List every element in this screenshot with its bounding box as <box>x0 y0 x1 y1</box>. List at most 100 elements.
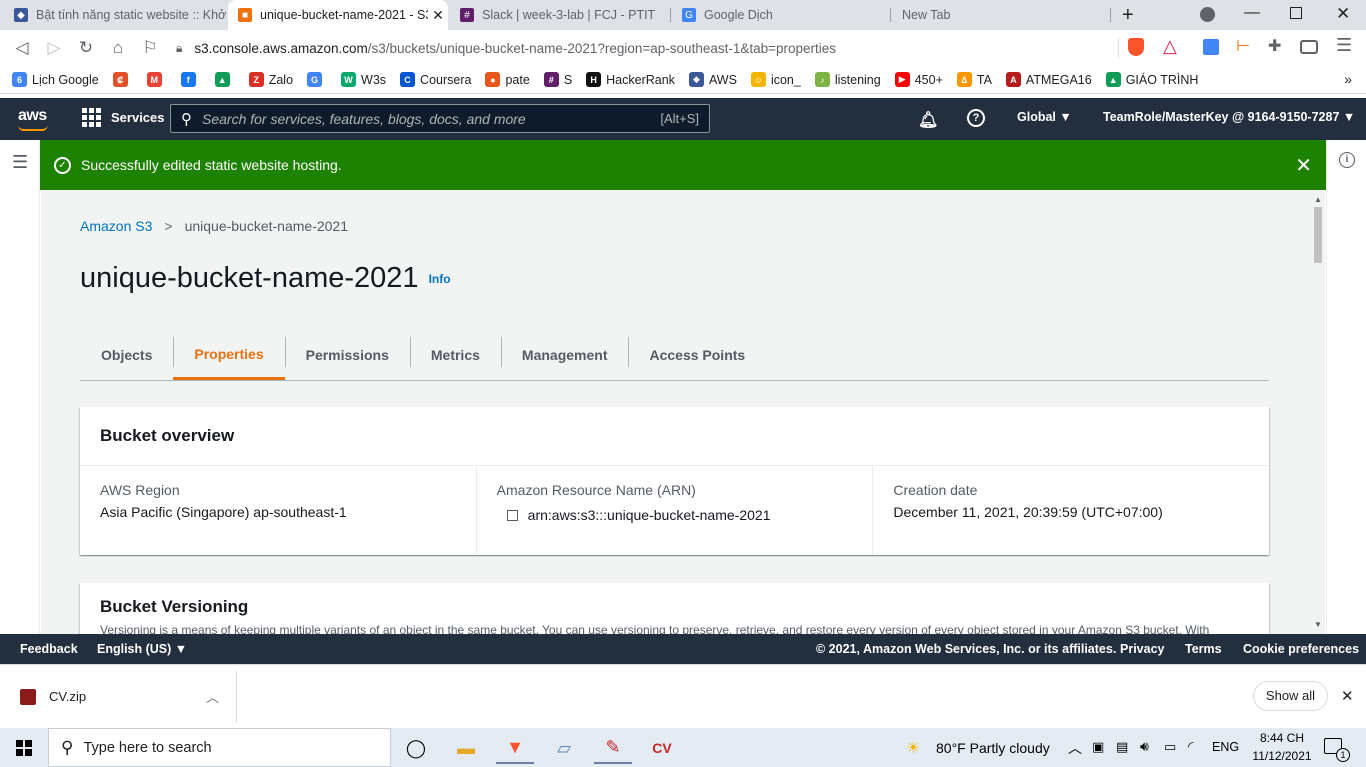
tab-objects[interactable]: Objects <box>80 330 173 380</box>
browser-tab[interactable]: G Google Dịch <box>672 0 890 30</box>
file-explorer-icon[interactable]: ▬ <box>447 732 485 764</box>
copy-icon[interactable] <box>506 510 518 521</box>
show-all-downloads-button[interactable]: Show all <box>1253 681 1328 711</box>
tab-management[interactable]: Management <box>500 330 629 380</box>
privacy-link[interactable]: Privacy <box>1120 642 1164 656</box>
bookmark-item[interactable]: ▶ 450+ <box>894 72 943 87</box>
dismiss-icon[interactable]: ✕ <box>1295 153 1312 178</box>
bookmark-item[interactable]: Z Zalo <box>248 72 293 87</box>
tab-permissions[interactable]: Permissions <box>284 330 410 380</box>
language-selector[interactable]: English (US) ▼ <box>97 642 187 656</box>
bookmark-item[interactable]: ▲ GIÁO TRÌNH <box>1105 72 1199 87</box>
bookmark-item[interactable]: W W3s <box>341 72 386 87</box>
clock-date[interactable]: 11/12/2021 <box>1247 749 1317 763</box>
wifi-icon[interactable]: ◜ <box>1188 738 1193 755</box>
address-bar[interactable]: 🔒︎ s3.console.aws.amazon.com/s3/buckets/… <box>170 34 1120 62</box>
clock-time[interactable]: 8:44 CH <box>1257 731 1307 745</box>
windows-start-icon[interactable] <box>16 740 32 756</box>
bookmark-item[interactable]: ♪ listening <box>814 72 881 87</box>
extension-icon[interactable]: ⊢ <box>1236 36 1250 56</box>
bookmark-item[interactable]: ● pate <box>485 72 530 87</box>
info-panel-icon[interactable]: i <box>1339 152 1355 168</box>
restore-icon[interactable] <box>1290 7 1302 19</box>
translate-extension-icon[interactable] <box>1203 39 1219 55</box>
taskbar-search-input[interactable]: ⚲ Type here to search <box>48 728 391 767</box>
cvavr-icon[interactable]: CV <box>643 732 681 764</box>
feedback-link[interactable]: Feedback <box>20 642 78 656</box>
info-link[interactable]: Info <box>429 272 451 286</box>
tab-access-points[interactable]: Access Points <box>628 330 766 380</box>
bookmark-item[interactable]: A ATMEGA16 <box>1005 72 1092 87</box>
volume-icon[interactable]: 🔊︎ <box>1140 738 1149 755</box>
browser-tab-active[interactable]: ■ unique-bucket-name-2021 - S3 ✕ <box>228 0 448 30</box>
app-icon[interactable]: ▱ <box>545 732 583 764</box>
bookmark-item[interactable]: H HackerRank <box>586 72 675 87</box>
browser-tab[interactable]: ◆ Bật tính năng static website :: Khởi <box>4 0 226 30</box>
bookmark-item[interactable]: ▲ <box>214 72 235 87</box>
aws-search-input[interactable]: ⚲ Search for services, features, blogs, … <box>170 104 710 133</box>
copyright-text: © 2021, Amazon Web Services, Inc. or its… <box>816 642 1117 656</box>
minimize-icon[interactable]: — <box>1244 4 1260 22</box>
forward-icon[interactable]: ▷ <box>40 34 68 62</box>
chevron-up-icon[interactable]: ︿ <box>206 687 219 706</box>
region-column: AWS Region Asia Pacific (Singapore) ap-s… <box>80 466 476 555</box>
browser-tab[interactable]: # Slack | week-3-lab | FCJ - PTIT <box>450 0 670 30</box>
bookmark-item[interactable]: ∆ TA <box>956 72 992 87</box>
tab-search-icon[interactable] <box>1200 7 1215 22</box>
scroll-up-icon[interactable]: ▲ <box>1314 195 1322 204</box>
browser-tab[interactable]: New Tab <box>892 0 1110 30</box>
new-tab-plus-icon[interactable]: + <box>1122 4 1134 27</box>
bookmark-item[interactable]: ◆ AWS <box>688 72 737 87</box>
bookmark-icon[interactable]: ⚐ <box>136 34 164 62</box>
windows-taskbar: ⚲ Type here to search ◯ ▬ ▼ ▱ ✎ CV ☀ 80°… <box>0 728 1366 767</box>
terms-link[interactable]: Terms <box>1185 642 1222 656</box>
chevron-up-icon[interactable]: ︿ <box>1068 738 1082 758</box>
bookmark-item[interactable]: G <box>307 72 327 87</box>
tray-icon[interactable]: ▣ <box>1092 739 1104 755</box>
account-menu[interactable]: TeamRole/MasterKey @ 9164-9150-7287 ▼ <box>1103 110 1355 124</box>
page-scrollbar[interactable]: ▲ ▼ <box>1311 195 1325 632</box>
scroll-down-icon[interactable]: ▼ <box>1314 620 1322 629</box>
bookmark-label: GIÁO TRÌNH <box>1125 72 1199 87</box>
bookmark-item[interactable]: M <box>146 72 167 87</box>
brave-browser-icon[interactable]: ▼ <box>496 732 534 764</box>
brave-rewards-icon[interactable]: △ <box>1163 36 1177 57</box>
services-menu-button[interactable]: Services <box>82 108 165 127</box>
hamburger-menu-icon[interactable]: ☰ <box>12 152 28 173</box>
extensions-puzzle-icon[interactable]: ✚ <box>1268 36 1281 56</box>
close-tab-icon[interactable]: ✕ <box>428 7 448 24</box>
reload-icon[interactable]: ↻ <box>72 34 100 62</box>
weather-text[interactable]: 80°F Partly cloudy <box>936 740 1050 756</box>
arn-value: arn:aws:s3:::unique-bucket-name-2021 <box>527 507 771 523</box>
bookmark-item[interactable]: f <box>180 72 201 87</box>
tray-icon[interactable]: ▤ <box>1116 739 1128 755</box>
tab-properties[interactable]: Properties <box>173 330 285 380</box>
bookmark-item[interactable]: 6 Lịch Google <box>12 72 99 87</box>
close-window-icon[interactable]: ✕ <box>1336 4 1350 24</box>
bookmarks-overflow-icon[interactable]: » <box>1344 71 1352 87</box>
brave-shield-icon[interactable] <box>1128 38 1144 56</box>
app-icon[interactable]: ✎ <box>594 732 632 764</box>
scrollbar-thumb[interactable] <box>1314 207 1322 263</box>
battery-icon[interactable]: ▭ <box>1164 739 1176 755</box>
home-icon[interactable]: ⌂ <box>104 34 132 62</box>
wallet-icon[interactable] <box>1300 40 1318 54</box>
bookmark-item[interactable]: ₡ <box>112 72 133 87</box>
task-view-icon[interactable]: ◯ <box>397 732 435 764</box>
close-download-bar-icon[interactable]: ✕ <box>1341 687 1354 705</box>
input-language[interactable]: ENG <box>1212 740 1239 754</box>
aws-logo[interactable]: aws <box>18 107 47 125</box>
tab-metrics[interactable]: Metrics <box>409 330 501 380</box>
bookmark-item[interactable]: # S <box>543 72 572 87</box>
breadcrumb-link-s3[interactable]: Amazon S3 <box>80 218 152 234</box>
download-file-name[interactable]: CV.zip <box>49 689 86 704</box>
notifications-bell-icon[interactable]: 🔔︎ <box>918 110 938 130</box>
bookmark-favicon-icon: ◆ <box>688 72 704 87</box>
region-selector[interactable]: Global ▼ <box>1017 110 1072 124</box>
menu-icon[interactable]: ☰ <box>1336 35 1352 56</box>
back-icon[interactable]: ◁ <box>8 34 36 62</box>
bookmark-item[interactable]: C Coursera <box>400 72 471 87</box>
help-icon[interactable]: ? <box>967 109 985 127</box>
bookmark-item[interactable]: ☺ icon_ <box>750 72 801 87</box>
cookie-preferences-link[interactable]: Cookie preferences <box>1243 642 1359 656</box>
